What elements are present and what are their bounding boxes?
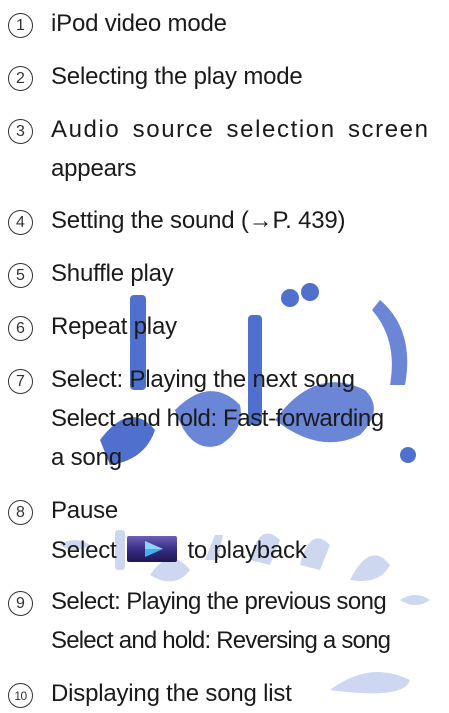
number-badge: 1 xyxy=(8,13,33,38)
item-text: Select and hold: Reversing a song xyxy=(51,627,391,654)
number-badge: 2 xyxy=(8,66,33,91)
item-text: Audio source selection screen xyxy=(51,116,430,143)
item-text: Setting the sound (→P. 439) xyxy=(51,207,346,234)
number-badge: 8 xyxy=(8,500,33,525)
item-text: Select xyxy=(51,537,117,564)
item-text: Displaying the song list xyxy=(51,680,292,707)
number-badge: 5 xyxy=(8,263,33,288)
number-badge: 9 xyxy=(8,591,33,616)
item-text-with-icon: Select to playback xyxy=(51,536,307,565)
number-badge: 4 xyxy=(8,210,33,235)
item-text: iPod video mode xyxy=(51,10,227,37)
item-text: Select and hold: Fast-forwarding xyxy=(51,405,384,432)
number-badge: 6 xyxy=(8,316,33,341)
item-text: Select: Playing the previous song xyxy=(51,588,387,615)
item-text: Shuffle play xyxy=(51,260,174,287)
number-badge: 3 xyxy=(8,119,33,144)
item-text: appears xyxy=(51,155,137,182)
item-text: Repeat play xyxy=(51,313,177,340)
item-text: Selecting the play mode xyxy=(51,63,303,90)
item-text: to playback xyxy=(187,537,307,564)
play-button-icon xyxy=(126,536,177,562)
number-badge: 7 xyxy=(8,369,33,394)
item-text: a song xyxy=(51,444,122,471)
item-text: Select: Playing the next song xyxy=(51,366,355,393)
item-text: Pause xyxy=(51,497,119,524)
number-badge: 10 xyxy=(8,683,33,708)
